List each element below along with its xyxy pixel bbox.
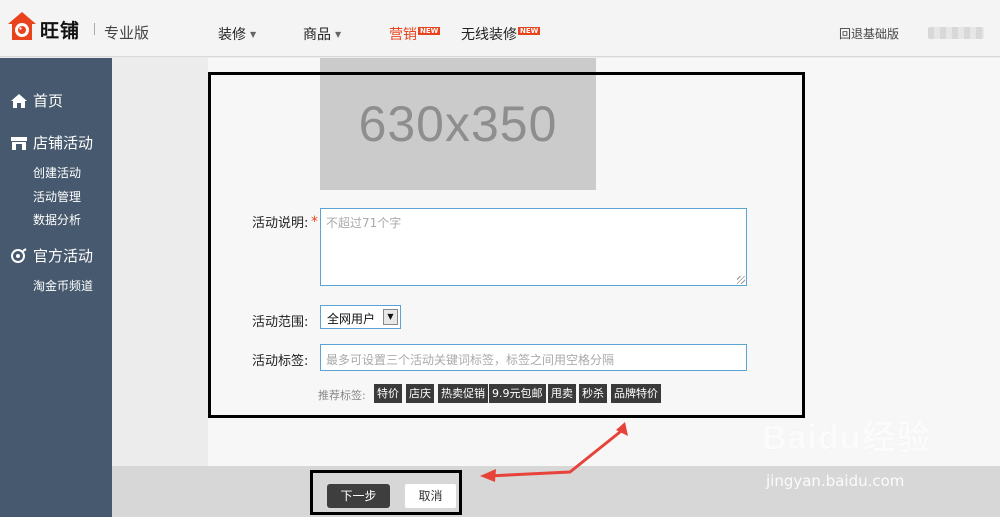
recommended-tag[interactable]: 热卖促销	[438, 384, 488, 403]
recommended-tags-label: 推荐标签:	[318, 389, 366, 402]
description-textarea[interactable]: 不超过71个字	[320, 208, 747, 286]
sidebar-item-home[interactable]: 首页	[10, 90, 63, 111]
description-label: 活动说明:	[252, 216, 309, 231]
recommended-tag[interactable]: 9.9元包邮	[489, 384, 546, 403]
recommended-tag[interactable]: 品牌特价	[611, 384, 661, 403]
recommended-tag[interactable]: 店庆	[406, 384, 434, 403]
wangpu-logo-icon[interactable]	[6, 10, 38, 42]
sidebar-item-activity-management[interactable]: 活动管理	[33, 188, 81, 205]
nav-marketing[interactable]: 营销 NEW	[389, 24, 441, 44]
cancel-button[interactable]: 取消	[405, 484, 456, 508]
nav-mobile-decorate[interactable]: 无线装修 NEW	[461, 24, 541, 44]
sidebar: 首页 店铺活动 创建活动 活动管理 数据分析 官方活动 淘金币频道	[0, 58, 112, 517]
resize-handle-icon[interactable]	[737, 276, 745, 284]
nav-decorate[interactable]: 装修 ▼	[218, 24, 256, 44]
sidebar-item-create-activity[interactable]: 创建活动	[33, 164, 81, 181]
brand-name[interactable]: 旺铺	[40, 16, 80, 43]
official-activity-icon	[11, 247, 27, 263]
range-label: 活动范围:	[252, 315, 309, 330]
sidebar-section-official-activity-label: 官方活动	[33, 247, 94, 265]
activity-image-placeholder[interactable]: 630x350	[320, 58, 596, 190]
sidebar-item-taojinbi-channel[interactable]: 淘金币频道	[33, 277, 93, 294]
new-badge: NEW	[518, 27, 541, 35]
home-icon	[11, 93, 27, 108]
brand-divider	[94, 23, 95, 35]
next-step-button[interactable]: 下一步	[327, 484, 390, 508]
bottom-action-bar	[112, 466, 1000, 517]
nav-products-label: 商品	[303, 27, 331, 43]
description-placeholder: 不超过71个字	[326, 216, 402, 230]
user-account-blurred[interactable]	[928, 27, 984, 39]
required-marker: *	[311, 214, 318, 230]
recommended-tag[interactable]: 特价	[374, 384, 402, 403]
sidebar-item-data-analysis[interactable]: 数据分析	[33, 211, 81, 228]
nav-marketing-label: 营销	[389, 27, 417, 43]
sidebar-section-shop-activity-label: 店铺活动	[33, 134, 94, 152]
tags-input[interactable]: 最多可设置三个活动关键词标签，标签之间用空格分隔	[320, 344, 747, 371]
range-select-value: 全网用户	[327, 312, 376, 326]
sidebar-section-official-activity[interactable]: 官方活动	[10, 245, 93, 266]
recommended-tag[interactable]: 秒杀	[579, 384, 607, 403]
range-select[interactable]: 全网用户 ▼	[320, 305, 401, 329]
new-badge: NEW	[418, 27, 441, 35]
nav-mobile-decorate-label: 无线装修	[461, 27, 517, 43]
edition-label: 专业版	[104, 24, 150, 42]
back-to-basic-link[interactable]: 回退基础版	[839, 25, 899, 42]
dropdown-arrow-icon[interactable]: ▼	[383, 309, 398, 325]
chevron-down-icon: ▼	[250, 30, 257, 39]
recommended-tag[interactable]: 甩卖	[548, 384, 576, 403]
tags-label: 活动标签:	[252, 354, 309, 369]
tags-input-placeholder: 最多可设置三个活动关键词标签，标签之间用空格分隔	[326, 353, 615, 367]
nav-products[interactable]: 商品 ▼	[303, 24, 341, 44]
nav-decorate-label: 装修	[218, 27, 246, 43]
sidebar-section-shop-activity[interactable]: 店铺活动	[10, 132, 93, 153]
store-icon	[11, 136, 27, 150]
top-header: 旺铺 专业版 装修 ▼ 商品 ▼ 营销 NEW 无线装修 NEW 回退基础版	[0, 0, 1000, 57]
sidebar-item-home-label: 首页	[33, 92, 64, 110]
chevron-down-icon: ▼	[335, 30, 342, 39]
